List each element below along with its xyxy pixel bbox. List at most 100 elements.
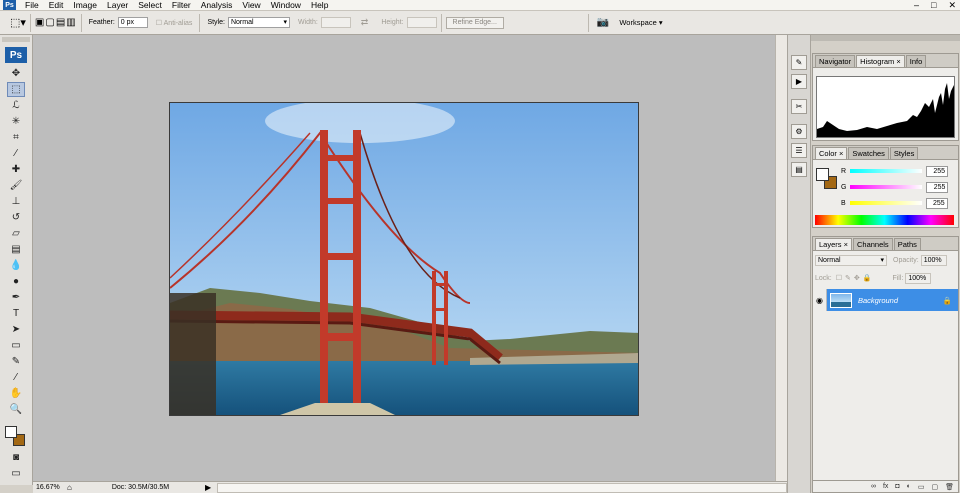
tab-swatches[interactable]: Swatches [848, 147, 889, 159]
dodge-tool-icon[interactable]: ● [7, 274, 25, 289]
b-slider[interactable] [849, 201, 922, 205]
menu-filter[interactable]: Filter [167, 0, 196, 11]
menu-select[interactable]: Select [133, 0, 167, 11]
move-tool-icon[interactable]: ✥ [7, 66, 25, 81]
menu-file[interactable]: File [20, 0, 44, 11]
gradient-tool-icon[interactable]: ▤ [7, 242, 25, 257]
notes-tool-icon[interactable]: ✎ [7, 354, 25, 369]
workspace-button[interactable]: Workspace ▾ [619, 18, 662, 27]
zoom-tool-icon[interactable]: 🔍 [7, 402, 25, 417]
tab-navigator[interactable]: Navigator [815, 55, 856, 67]
foreground-color-swatch[interactable] [816, 168, 829, 181]
adjustment-layer-icon[interactable]: ◐ [907, 483, 911, 490]
refine-edge-button[interactable]: Refine Edge... [445, 16, 504, 29]
link-layers-icon[interactable]: ∞ [871, 483, 876, 490]
toolbox-grip[interactable] [2, 37, 30, 42]
menu-layer[interactable]: Layer [102, 0, 133, 11]
tab-info[interactable]: Info [905, 55, 927, 67]
g-value-input[interactable]: 255 [926, 181, 949, 193]
slice-tool-icon[interactable]: ∕ [7, 146, 25, 161]
path-selection-tool-icon[interactable]: ➤ [7, 322, 25, 337]
menu-image[interactable]: Image [68, 0, 102, 11]
clone-source-icon[interactable]: ⚙ [791, 124, 807, 139]
navigator-tabs: Navigator Histogram × Info [813, 54, 958, 68]
menu-view[interactable]: View [237, 0, 265, 11]
height-input[interactable] [406, 17, 437, 28]
lock-icons[interactable]: ☐✎✥🔒 [836, 274, 875, 282]
g-slider[interactable] [850, 185, 923, 189]
close-button[interactable]: ✕ [948, 0, 956, 11]
selection-mode-icon[interactable]: ▣▢▤▥ [35, 17, 77, 28]
feather-input[interactable]: 0 px [117, 17, 148, 28]
width-input[interactable] [320, 17, 351, 28]
clone-stamp-tool-icon[interactable]: ⊥ [7, 194, 25, 209]
tab-color[interactable]: Color × [815, 147, 848, 159]
panel-grip[interactable] [811, 35, 960, 41]
horizontal-scrollbar[interactable] [217, 482, 787, 493]
brushes-panel-icon[interactable]: ✎ [791, 55, 807, 70]
antialias-checkbox[interactable]: ☐ Anti-alias [156, 19, 193, 27]
width-label: Width: [297, 19, 318, 26]
r-value-input[interactable]: 255 [926, 165, 949, 177]
tool-preset-icon[interactable]: ⬚▾ [10, 16, 26, 29]
delete-layer-icon[interactable]: 🗑 [945, 483, 954, 491]
hand-tool-icon[interactable]: ✋ [7, 386, 25, 401]
layer-comps-icon[interactable]: ▤ [791, 162, 807, 177]
r-slider[interactable] [850, 169, 923, 173]
tab-styles[interactable]: Styles [889, 147, 919, 159]
actions-panel-icon[interactable]: ▶ [791, 74, 807, 89]
pen-tool-icon[interactable]: ✒ [7, 290, 25, 305]
layer-style-icon[interactable]: fx [883, 483, 888, 490]
new-group-icon[interactable]: ▭ [918, 483, 925, 491]
menu-analysis[interactable]: Analysis [196, 0, 238, 11]
screen-mode-icon[interactable]: ▭ [7, 466, 25, 481]
vertical-scrollbar[interactable] [775, 35, 787, 481]
tab-histogram[interactable]: Histogram × [856, 55, 905, 67]
tab-channels[interactable]: Channels [852, 238, 893, 250]
height-label: Height: [381, 19, 404, 26]
tab-paths[interactable]: Paths [893, 238, 921, 250]
magic-wand-tool-icon[interactable]: ✳ [7, 114, 25, 129]
foreground-color-swatch[interactable] [5, 426, 17, 438]
lasso-tool-icon[interactable]: ℒ [7, 98, 25, 113]
zoom-level[interactable]: 16.67% [33, 484, 67, 491]
color-spectrum-bar[interactable] [815, 215, 954, 225]
menu-window[interactable]: Window [266, 0, 306, 11]
status-arrow-icon[interactable]: ▶ [205, 483, 211, 492]
photoshop-logo[interactable]: Ps [5, 47, 27, 63]
type-tool-icon[interactable]: T [7, 306, 25, 321]
history-brush-tool-icon[interactable]: ↺ [7, 210, 25, 225]
fill-input[interactable]: 100% [905, 272, 932, 284]
document-image[interactable] [169, 102, 639, 416]
layer-mask-icon[interactable]: ◘ [895, 483, 899, 490]
blend-mode-select[interactable]: Normal ▾ [815, 254, 887, 266]
menu-edit[interactable]: Edit [44, 0, 69, 11]
crop-tool-icon[interactable]: ⌗ [7, 130, 25, 145]
visibility-eye-icon[interactable]: ◉ [813, 289, 827, 311]
quick-mask-icon[interactable]: ◙ [7, 450, 25, 465]
eraser-tool-icon[interactable]: ▱ [7, 226, 25, 241]
marquee-tool-icon[interactable]: ⬚ [7, 82, 25, 97]
eyedropper-tool-icon[interactable]: ⁄ [7, 370, 25, 385]
healing-brush-tool-icon[interactable]: ✚ [7, 162, 25, 177]
blur-tool-icon[interactable]: 💧 [7, 258, 25, 273]
bridge-icon[interactable]: 📷 [597, 17, 609, 28]
shape-tool-icon[interactable]: ▭ [7, 338, 25, 353]
b-value-input[interactable]: 255 [925, 197, 948, 209]
brush-tool-icon[interactable]: 🖌 [7, 178, 25, 193]
layer-selected[interactable]: Background 🔒 [827, 289, 958, 311]
new-layer-icon[interactable]: ▢ [931, 483, 938, 491]
tab-layers[interactable]: Layers × [815, 238, 852, 250]
swap-icon[interactable]: ⇄ [361, 17, 369, 28]
tool-presets-icon[interactable]: ✂ [791, 99, 807, 114]
minimize-button[interactable]: – [914, 0, 919, 11]
status-menu-icon[interactable]: ⌂ [67, 483, 72, 492]
canvas-area[interactable] [33, 35, 775, 481]
menu-help[interactable]: Help [306, 0, 333, 11]
opacity-input[interactable]: 100% [920, 254, 947, 266]
panel-dock: ✎ ▶ ✂ ⚙ ☰ ▤ [787, 35, 811, 493]
maximize-button[interactable]: □ [931, 0, 936, 11]
layer-row-background[interactable]: ◉ Background 🔒 [813, 289, 958, 311]
style-select[interactable]: Normal ▾ [227, 17, 290, 28]
history-panel-icon[interactable]: ☰ [791, 143, 807, 158]
